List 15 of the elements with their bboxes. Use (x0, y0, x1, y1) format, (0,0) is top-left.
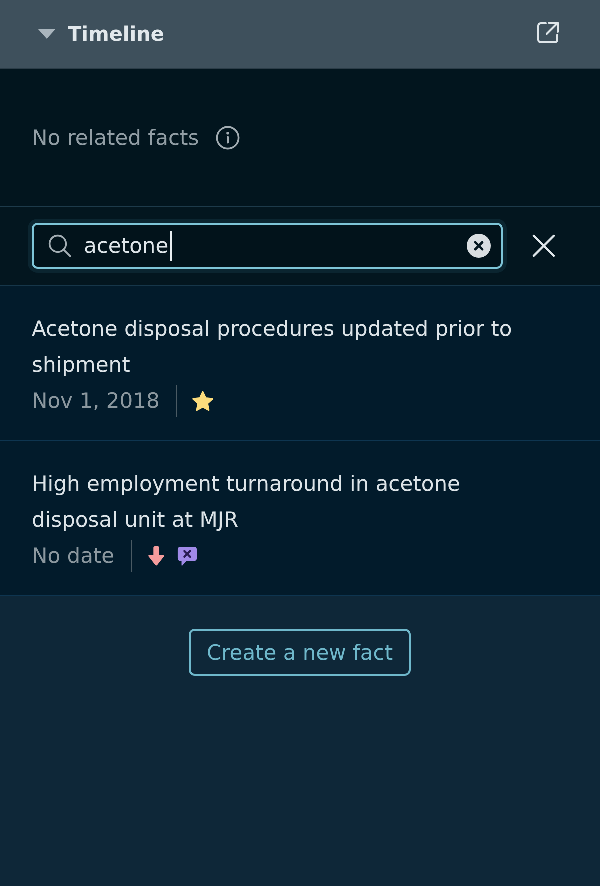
search-icon (48, 234, 72, 258)
text-cursor-icon (170, 231, 172, 261)
create-fact-button[interactable]: Create a new fact (188, 629, 412, 676)
empty-message: No related facts (32, 126, 200, 150)
clear-icon[interactable] (467, 234, 491, 258)
info-icon[interactable] (216, 126, 240, 150)
timeline-toggle[interactable]: Timeline (38, 22, 164, 46)
fact-date: Nov 1, 2018 (32, 389, 160, 413)
fact-date: No date (32, 544, 115, 568)
fact-item[interactable]: High employment turnaround in acetone disposal unit at MJR No date (0, 441, 600, 596)
fact-title: Acetone disposal procedures updated prior to shipment (32, 316, 514, 379)
external-link-icon[interactable] (536, 21, 560, 45)
close-icon[interactable] (532, 234, 556, 258)
fact-item[interactable]: Acetone disposal procedures updated prior to shipment Nov 1, 2018 (0, 286, 600, 441)
fact-title: High employment turnaround in acetone disposal unit at MJR (32, 471, 462, 534)
